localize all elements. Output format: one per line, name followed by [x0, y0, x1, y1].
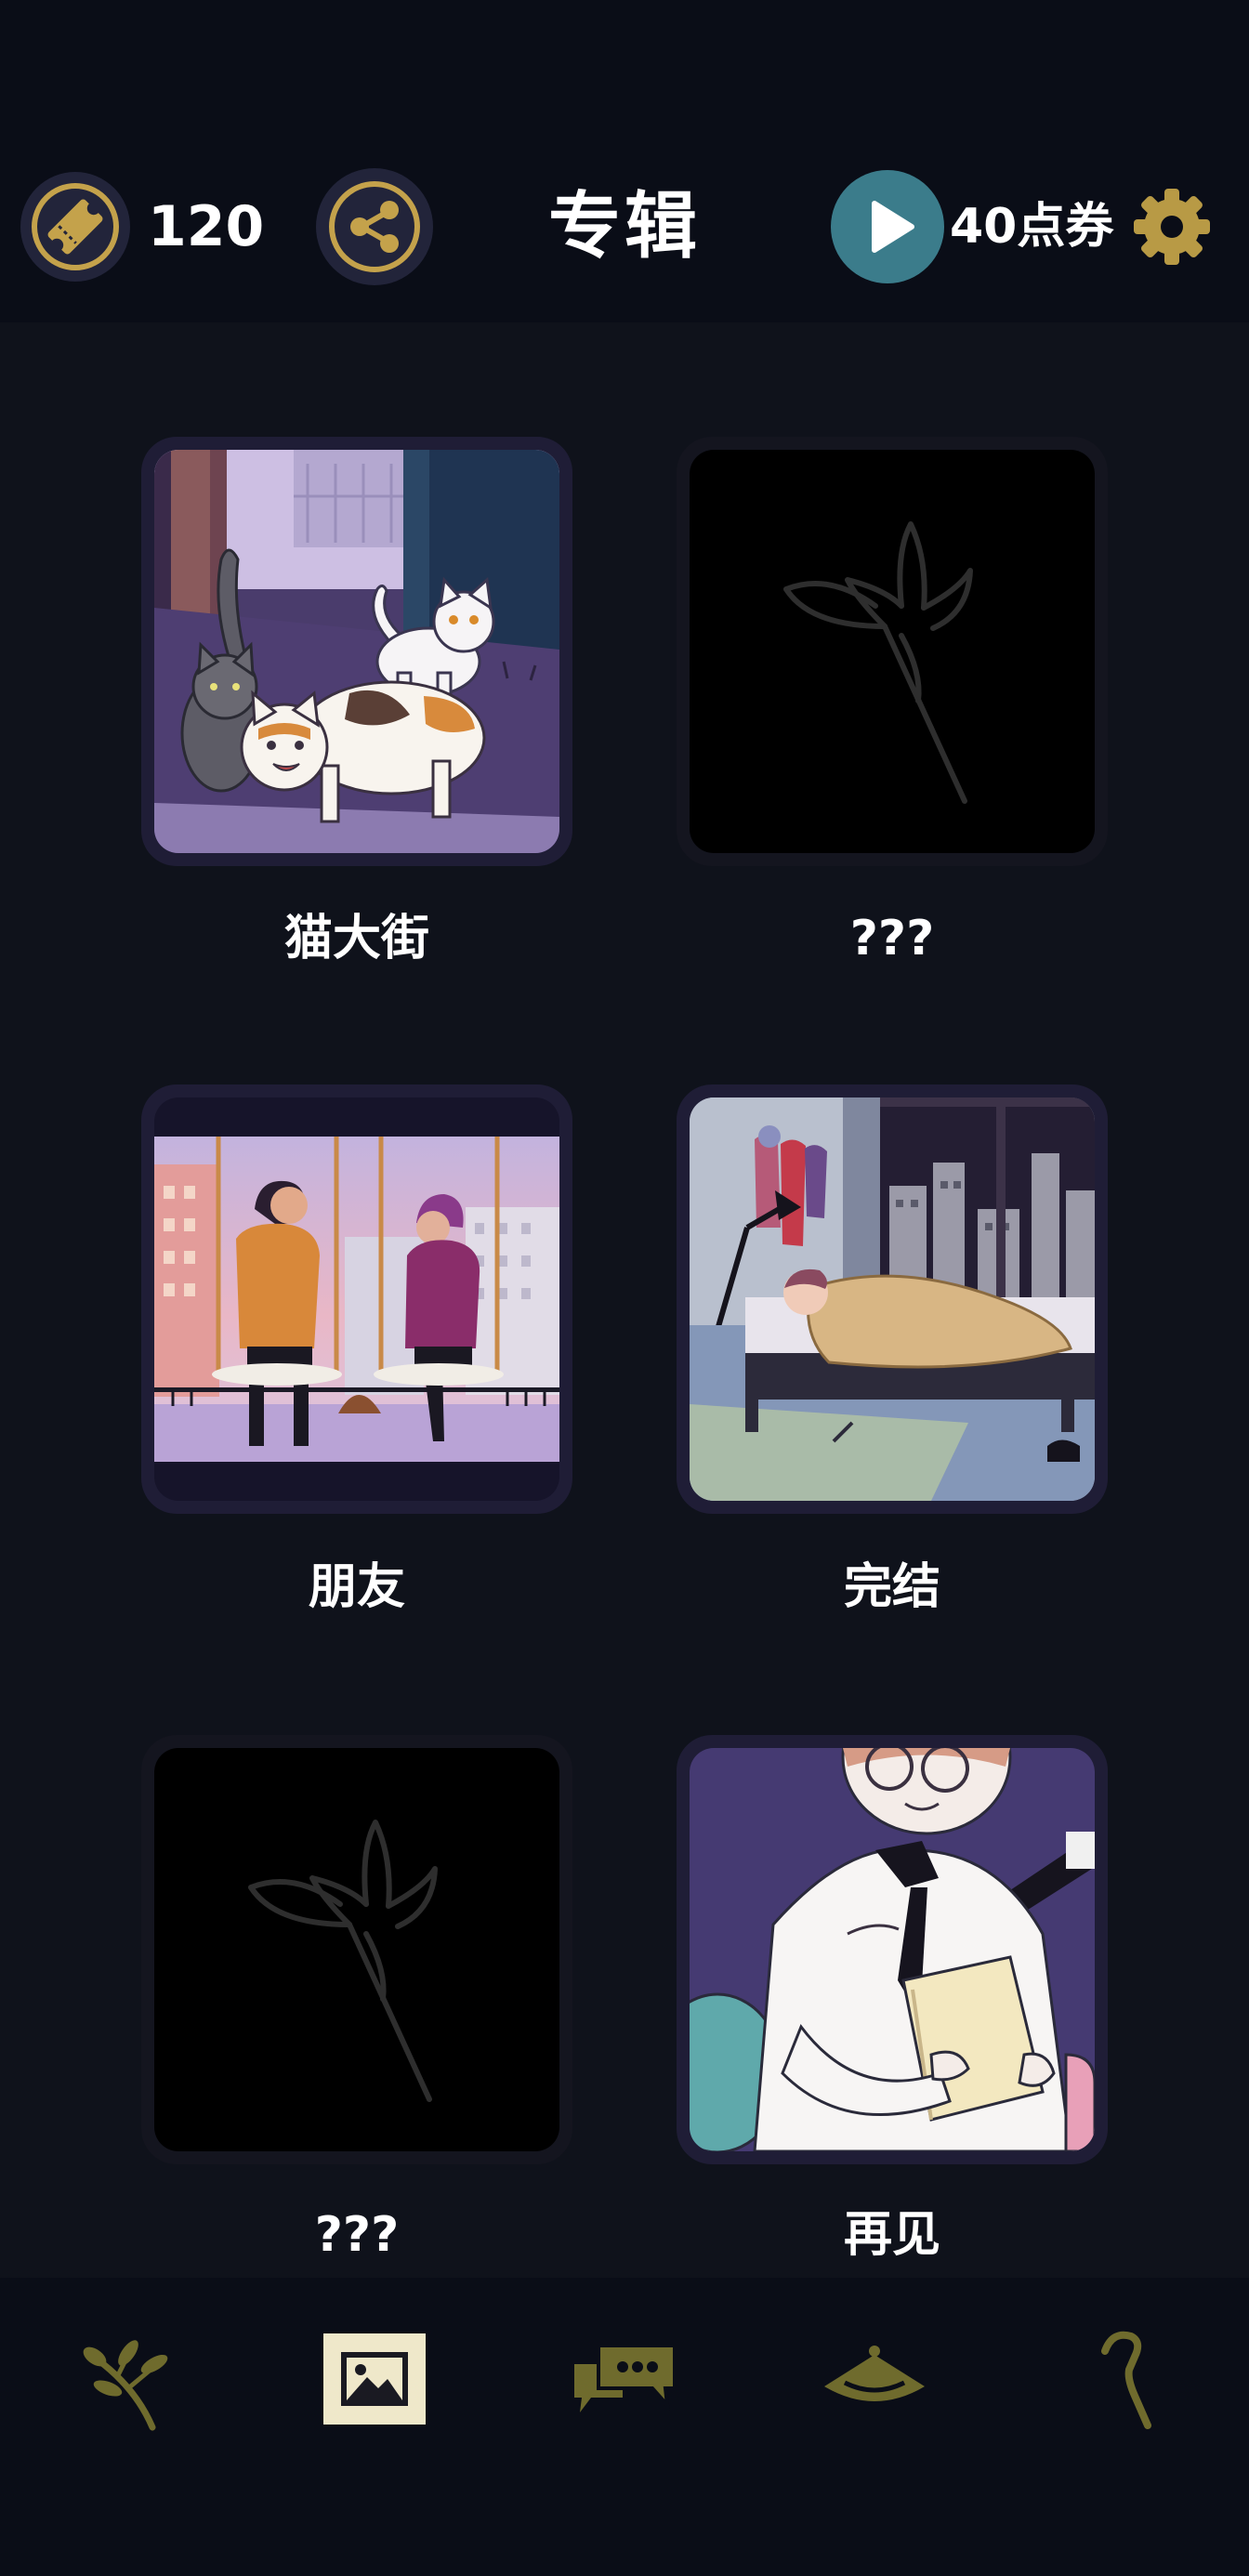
album-card-6[interactable]	[677, 1735, 1108, 2164]
nav-tab-albums[interactable]	[319, 2323, 430, 2435]
chat-icon	[574, 2344, 677, 2412]
page-title: 专辑	[547, 185, 701, 269]
hat-icon	[824, 2346, 925, 2401]
album-card-3[interactable]	[141, 1084, 572, 1514]
play-ad-button[interactable]	[831, 170, 944, 283]
gear-icon	[1134, 189, 1210, 265]
album-title-4: 完结	[843, 1559, 940, 1615]
album-card-5-locked[interactable]	[141, 1735, 572, 2164]
gallery-icon	[341, 2352, 408, 2406]
ticket-button[interactable]	[20, 171, 131, 283]
share-icon	[316, 168, 433, 285]
tickets-count: 120	[148, 194, 265, 259]
locked-flower-silhouette	[154, 1748, 559, 2151]
top-bar	[0, 0, 1249, 322]
nav-tab-messages[interactable]	[569, 2323, 680, 2435]
settings-button[interactable]	[1132, 187, 1212, 267]
album-art-cat-street	[154, 450, 559, 853]
sprig-icon	[83, 2340, 168, 2431]
album-title-6: 再见	[843, 2207, 940, 2263]
points-label: 40点券	[950, 199, 1114, 255]
album-title-3: 朋友	[308, 1559, 405, 1615]
locked-flower-silhouette	[690, 450, 1095, 853]
album-title-2: ???	[849, 911, 935, 966]
album-art-finale	[690, 1097, 1095, 1501]
album-card-2-locked[interactable]	[677, 437, 1108, 866]
album-card-1[interactable]	[141, 437, 572, 866]
ticket-icon	[20, 172, 130, 282]
album-title-1: 猫大街	[283, 911, 429, 966]
album-card-4[interactable]	[677, 1084, 1108, 1514]
play-icon	[831, 170, 944, 283]
album-art-friends	[154, 1097, 559, 1501]
nav-tab-story[interactable]	[71, 2323, 182, 2435]
nav-tab-extras[interactable]	[1068, 2323, 1179, 2435]
share-button[interactable]	[315, 167, 434, 286]
nav-tab-shop[interactable]	[819, 2323, 930, 2435]
album-art-goodbye	[690, 1748, 1095, 2151]
cane-icon	[1101, 2331, 1151, 2429]
album-title-5: ???	[314, 2207, 400, 2263]
